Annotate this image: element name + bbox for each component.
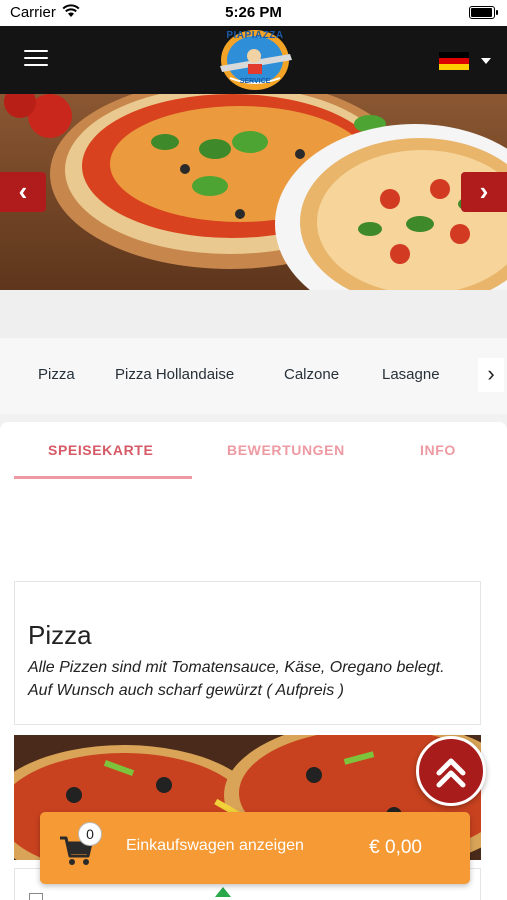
- vegetarian-icon: [215, 887, 231, 897]
- battery-icon: [469, 6, 498, 19]
- chevron-down-icon: [481, 58, 491, 64]
- language-selector[interactable]: [439, 52, 491, 72]
- chevron-right-icon: ›: [479, 176, 489, 206]
- category-calzone[interactable]: Calzone: [284, 366, 339, 383]
- chevron-right-icon: ›: [487, 361, 495, 386]
- restaurant-logo[interactable]: PIAPIAZZA SERVICE: [210, 26, 300, 94]
- logo-text: PIAPIAZZA: [226, 30, 284, 41]
- cart-total: € 0,00: [369, 837, 422, 858]
- tab-bar: SPEISEKARTE BEWERTUNGEN INFO: [0, 422, 507, 482]
- logo-subtext: SERVICE: [239, 78, 271, 85]
- tab-info[interactable]: INFO: [420, 442, 456, 458]
- category-pizza[interactable]: Pizza: [38, 366, 75, 383]
- category-lasagne[interactable]: Lasagne: [382, 366, 440, 383]
- tab-speisekarte[interactable]: SPEISEKARTE: [48, 442, 153, 458]
- slider-next-button[interactable]: ›: [461, 172, 507, 212]
- hero-slider[interactable]: ‹ ›: [0, 94, 507, 290]
- app-header: PIAPIAZZA SERVICE: [0, 26, 507, 94]
- section-title: Pizza: [28, 620, 92, 650]
- cart-count-badge: 0: [78, 822, 102, 846]
- slider-prev-button[interactable]: ‹: [0, 172, 46, 212]
- menu-section-card: Pizza Alle Pizzen sind mit Tomatensauce,…: [14, 581, 481, 725]
- double-chevron-up-icon: [436, 758, 466, 788]
- category-bar: Pizza Pizza Hollandaise Calzone Lasagne …: [0, 338, 507, 414]
- scroll-top-button[interactable]: [416, 736, 486, 806]
- spacer: [0, 290, 507, 338]
- clock: 5:26 PM: [225, 4, 282, 21]
- hero-pizza-image: [0, 94, 507, 290]
- status-bar: Carrier 5:26 PM: [0, 0, 507, 26]
- chevron-left-icon: ‹: [18, 176, 28, 206]
- item-checkbox[interactable]: [29, 893, 43, 900]
- section-description: Alle Pizzen sind mit Tomatensauce, Käse,…: [28, 659, 445, 699]
- category-scroll-right-button[interactable]: ›: [478, 358, 504, 392]
- cart-bar[interactable]: 0 Einkaufswagen anzeigen € 0,00: [40, 812, 470, 884]
- menu-button[interactable]: [24, 50, 48, 70]
- german-flag-icon: [439, 52, 469, 70]
- category-pizza-hollandaise[interactable]: Pizza Hollandaise: [115, 366, 234, 383]
- view-cart-label: Einkaufswagen anzeigen: [126, 837, 304, 854]
- active-tab-indicator: [14, 476, 192, 479]
- app-screen: Carrier 5:26 PM PIAPIAZZA SERVICE ‹ › Pi…: [0, 0, 507, 900]
- tab-bewertungen[interactable]: BEWERTUNGEN: [227, 442, 345, 458]
